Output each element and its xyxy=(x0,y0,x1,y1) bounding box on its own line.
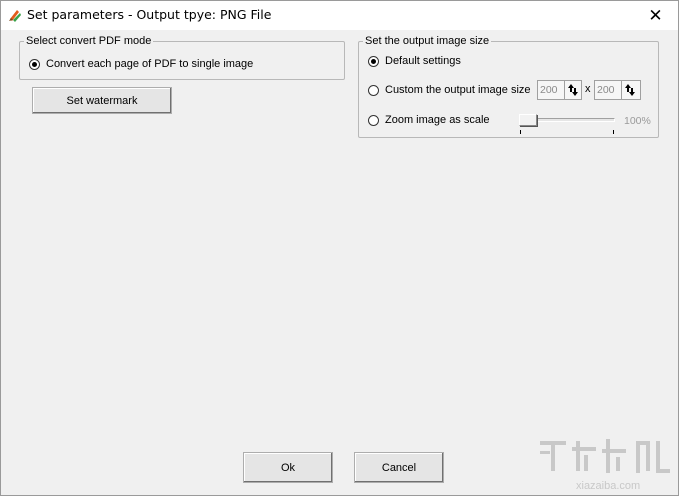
slider-tick-start xyxy=(520,130,521,134)
custom-size-radio[interactable]: Custom the output image size xyxy=(368,82,531,98)
scale-slider[interactable] xyxy=(517,110,617,134)
convert-each-page-label: Convert each page of PDF to single image xyxy=(46,58,254,70)
size-separator: x xyxy=(585,83,591,95)
width-input[interactable] xyxy=(538,81,564,99)
dialog-window: Set parameters - Output tpye: PNG File ✕… xyxy=(0,0,679,496)
app-icon xyxy=(9,10,21,22)
zoom-scale-label: Zoom image as scale xyxy=(385,114,490,126)
custom-size-label: Custom the output image size xyxy=(385,84,531,96)
title-bar: Set parameters - Output tpye: PNG File ✕ xyxy=(1,1,678,30)
convert-each-page-radio[interactable]: Convert each page of PDF to single image xyxy=(29,56,253,72)
window-title: Set parameters - Output tpye: PNG File xyxy=(27,7,272,22)
radio-indicator[interactable] xyxy=(368,84,379,96)
default-settings-radio[interactable]: Default settings xyxy=(368,53,461,69)
height-spinner[interactable] xyxy=(594,80,641,100)
slider-thumb[interactable] xyxy=(519,114,537,126)
slider-tick-end xyxy=(613,130,614,134)
height-spin-arrows-icon[interactable] xyxy=(621,81,637,99)
set-watermark-label: Set watermark xyxy=(66,94,138,107)
output-size-group-label: Set the output image size xyxy=(363,34,492,48)
width-spinner[interactable] xyxy=(537,80,582,100)
ok-button[interactable]: Ok xyxy=(243,452,333,483)
radio-indicator[interactable] xyxy=(29,58,40,70)
width-spin-arrows-icon[interactable] xyxy=(564,81,580,99)
radio-indicator[interactable] xyxy=(368,114,379,126)
close-button[interactable]: ✕ xyxy=(633,1,678,30)
ok-label: Ok xyxy=(280,461,296,474)
convert-mode-group-label: Select convert PDF mode xyxy=(24,34,154,48)
zoom-scale-radio[interactable]: Zoom image as scale xyxy=(368,112,490,128)
default-settings-label: Default settings xyxy=(385,55,461,67)
radio-indicator[interactable] xyxy=(368,55,379,67)
scale-value: 100% xyxy=(624,115,651,127)
site-logo-watermark: xiazaiba.com xyxy=(540,439,670,492)
set-watermark-button[interactable]: Set watermark xyxy=(32,87,172,114)
close-icon: ✕ xyxy=(648,5,663,26)
cancel-label: Cancel xyxy=(381,461,417,474)
output-size-group: Set the output image size Default settin… xyxy=(358,34,659,138)
cancel-button[interactable]: Cancel xyxy=(354,452,444,483)
svg-text:xiazaiba.com: xiazaiba.com xyxy=(576,480,640,492)
height-input[interactable] xyxy=(595,81,621,99)
convert-mode-group: Select convert PDF mode Convert each pag… xyxy=(19,34,345,80)
